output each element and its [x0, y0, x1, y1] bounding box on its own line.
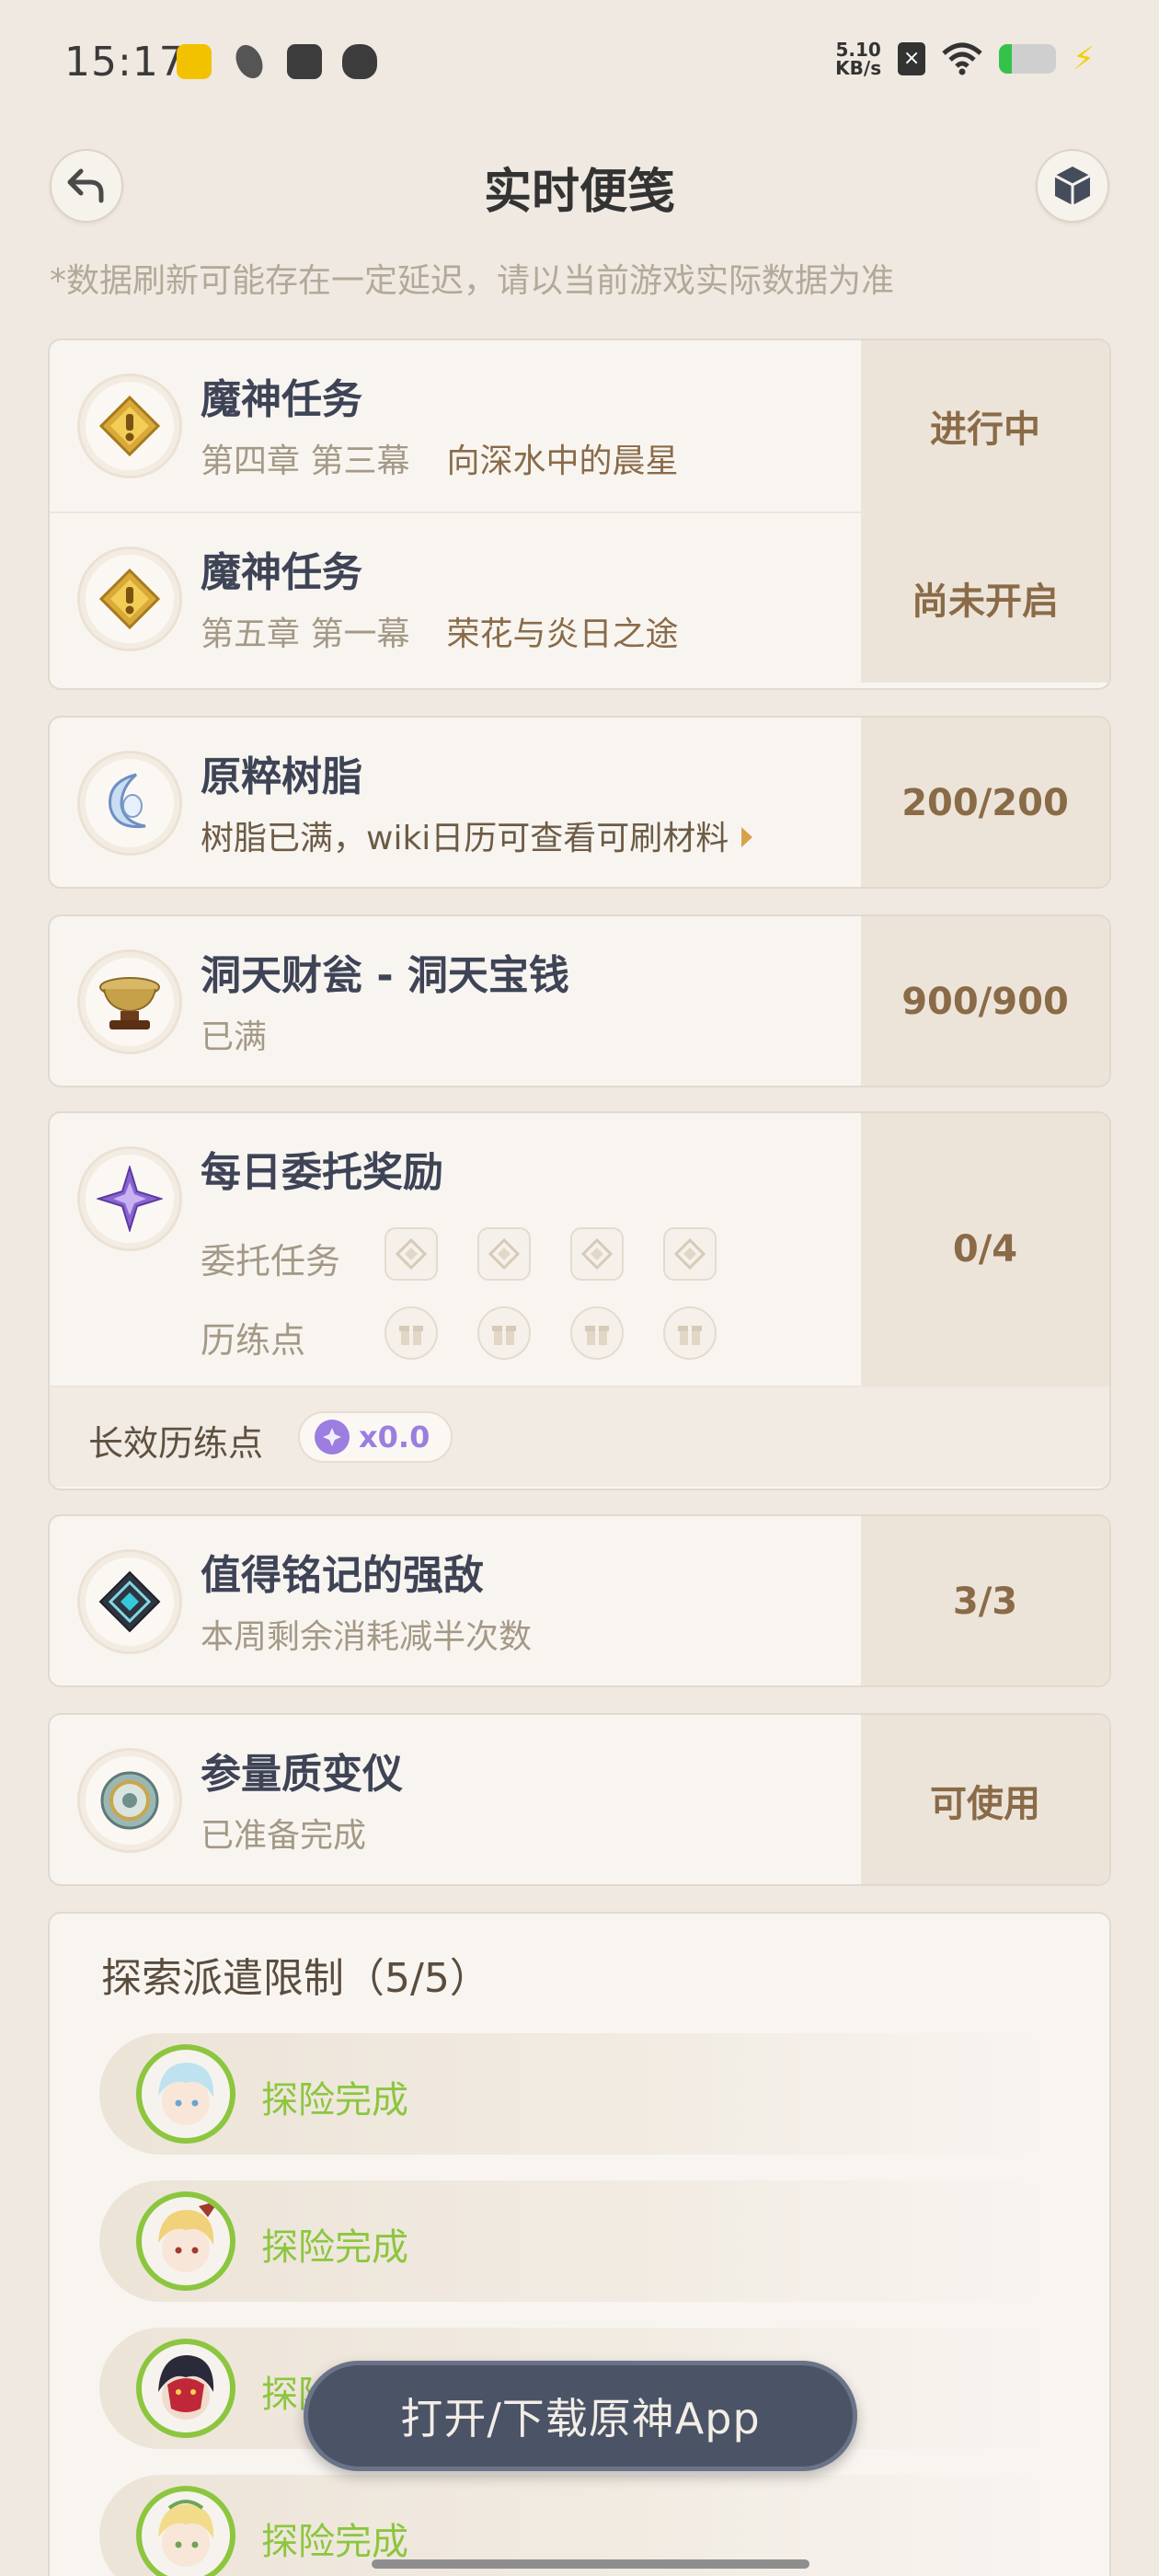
expedition-card: 探索派遣限制（5/5） 探险完成 探险完成 探险完成 [48, 1912, 1111, 2576]
archon-quest-row[interactable]: 魔神任务 第五章 第一幕 荣花与炎日之途 尚未开启 [50, 512, 1109, 683]
resin-icon [77, 751, 182, 856]
expedition-status: 探险完成 [261, 2226, 408, 2269]
archon-quest-icon [77, 546, 182, 651]
expedition-status: 探险完成 [261, 2079, 408, 2122]
status-bar: 15:17 5.10 KB/s × ⚡ [0, 0, 1159, 129]
daily-value: 0/4 [861, 1113, 1109, 1386]
chevron-right-icon [741, 827, 753, 847]
charging-icon: ⚡ [1073, 40, 1095, 77]
resin-subtitle-link[interactable]: 树脂已满，wiki日历可查看可刷材料 [201, 811, 753, 859]
realm-row: 洞天财瓮 - 洞天宝钱 已满 900/900 [50, 916, 1109, 1086]
daily-commission-main: 每日委托奖励 委托任务 历练点 0/4 [50, 1113, 1109, 1386]
resin-title: 原粹树脂 [201, 753, 362, 800]
character-avatar [136, 2191, 235, 2291]
character-avatar [136, 2339, 235, 2438]
commission-slot [570, 1227, 624, 1281]
commission-slot [384, 1227, 438, 1281]
quest-status: 进行中 [861, 340, 1109, 512]
boss-subtitle: 本周剩余消耗减半次数 [201, 1618, 533, 1656]
refresh-notice: *数据刷新可能存在一定延迟，请以当前游戏实际数据为准 [50, 262, 895, 300]
sim-x-icon: × [898, 42, 926, 75]
resin-subtitle: 树脂已满，wiki日历可查看可刷材料 [201, 820, 729, 857]
realm-currency-card: 洞天财瓮 - 洞天宝钱 已满 900/900 [48, 914, 1111, 1087]
quest-status: 尚未开启 [861, 513, 1109, 683]
long-term-value: x0.0 [359, 1420, 430, 1455]
archon-quest-card: 魔神任务 第四章 第三幕 向深水中的晨星 进行中 魔神任务 第五章 第一幕 荣花与炎… [48, 339, 1111, 690]
transformer-row: 参量质变仪 已准备完成 可使用 [50, 1715, 1109, 1884]
app-badge-icon [177, 44, 212, 79]
quest-title: 魔神任务 [201, 376, 362, 423]
commission-slot [477, 1227, 531, 1281]
archon-quest-icon [77, 374, 182, 478]
realm-subtitle: 已满 [201, 1018, 268, 1056]
quest-chapter: 第五章 第一幕 [201, 615, 410, 653]
expedition-status: 探险完成 [261, 2521, 408, 2563]
transformer-card: 参量质变仪 已准备完成 可使用 [48, 1713, 1111, 1886]
commission-icon [77, 1146, 182, 1251]
character-avatar [136, 2044, 235, 2144]
notification-icons [177, 40, 377, 83]
commission-slot [663, 1227, 717, 1281]
leaf-app-icon [230, 40, 269, 83]
resin-row: 原粹树脂 树脂已满，wiki日历可查看可刷材料 200/200 [50, 718, 1109, 887]
cat-app-icon [342, 44, 377, 79]
transformer-value: 可使用 [861, 1715, 1109, 1884]
cube-button[interactable] [1036, 149, 1109, 223]
expedition-title: 探索派遣限制（5/5） [101, 1955, 490, 2002]
net-speed-value: 5.10 [835, 39, 881, 61]
inbox-app-icon [287, 44, 322, 79]
wifi-icon [942, 42, 982, 75]
resin-value: 200/200 [861, 718, 1109, 887]
gift-slot-icon [570, 1306, 624, 1360]
boss-value: 3/3 [861, 1516, 1109, 1685]
open-app-button[interactable]: 打开/下载原神App [304, 2361, 857, 2471]
training-points-label: 历练点 [201, 1320, 306, 1361]
quest-title: 魔神任务 [201, 549, 362, 596]
transformer-title: 参量质变仪 [201, 1751, 403, 1798]
transformer-subtitle: 已准备完成 [201, 1817, 367, 1855]
page-title: 实时便笺 [483, 165, 675, 220]
cube-icon [1054, 167, 1091, 205]
quest-subtitle: 第五章 第一幕 荣花与炎日之途 [201, 607, 678, 655]
status-time: 15:17 [64, 39, 186, 86]
weekly-boss-row: 值得铭记的强敌 本周剩余消耗减半次数 3/3 [50, 1516, 1109, 1685]
status-right: 5.10 KB/s × ⚡ [835, 40, 1095, 77]
long-term-badge: x0.0 [298, 1411, 453, 1463]
quest-chapter: 第四章 第三幕 [201, 443, 410, 480]
long-term-label: 长效历练点 [88, 1423, 264, 1464]
gift-slot-icon [477, 1306, 531, 1360]
weekly-boss-card: 值得铭记的强敌 本周剩余消耗减半次数 3/3 [48, 1514, 1111, 1687]
resin-card[interactable]: 原粹树脂 树脂已满，wiki日历可查看可刷材料 200/200 [48, 716, 1111, 889]
commission-label: 委托任务 [201, 1241, 341, 1282]
home-indicator[interactable] [372, 2559, 809, 2569]
expedition-item: 探险完成 [99, 2180, 1074, 2302]
gift-slot-icon [663, 1306, 717, 1360]
gift-slot-icon [384, 1306, 438, 1360]
quest-name: 荣花与炎日之途 [446, 615, 679, 653]
expedition-item: 探险完成 [99, 2033, 1074, 2155]
quest-name: 向深水中的晨星 [446, 443, 679, 480]
long-term-row: 长效历练点 x0.0 [50, 1386, 1109, 1487]
purple-star-icon [315, 1420, 350, 1455]
archon-quest-row[interactable]: 魔神任务 第四章 第三幕 向深水中的晨星 进行中 [50, 340, 1109, 512]
daily-title: 每日委托奖励 [201, 1149, 443, 1196]
net-speed-unit: KB/s [835, 57, 882, 79]
boss-title: 值得铭记的强敌 [201, 1552, 484, 1599]
net-speed: 5.10 KB/s [835, 40, 881, 77]
realm-title: 洞天财瓮 - 洞天宝钱 [201, 952, 569, 999]
realm-value: 900/900 [861, 916, 1109, 1086]
boss-icon [77, 1549, 182, 1654]
quest-subtitle: 第四章 第三幕 向深水中的晨星 [201, 434, 678, 482]
daily-commission-card: 每日委托奖励 委托任务 历练点 0/4 长效历练点 x0.0 [48, 1111, 1111, 1490]
character-avatar [136, 2486, 235, 2576]
battery-icon [999, 44, 1057, 74]
transformer-icon [77, 1748, 182, 1853]
jar-icon [77, 949, 182, 1054]
